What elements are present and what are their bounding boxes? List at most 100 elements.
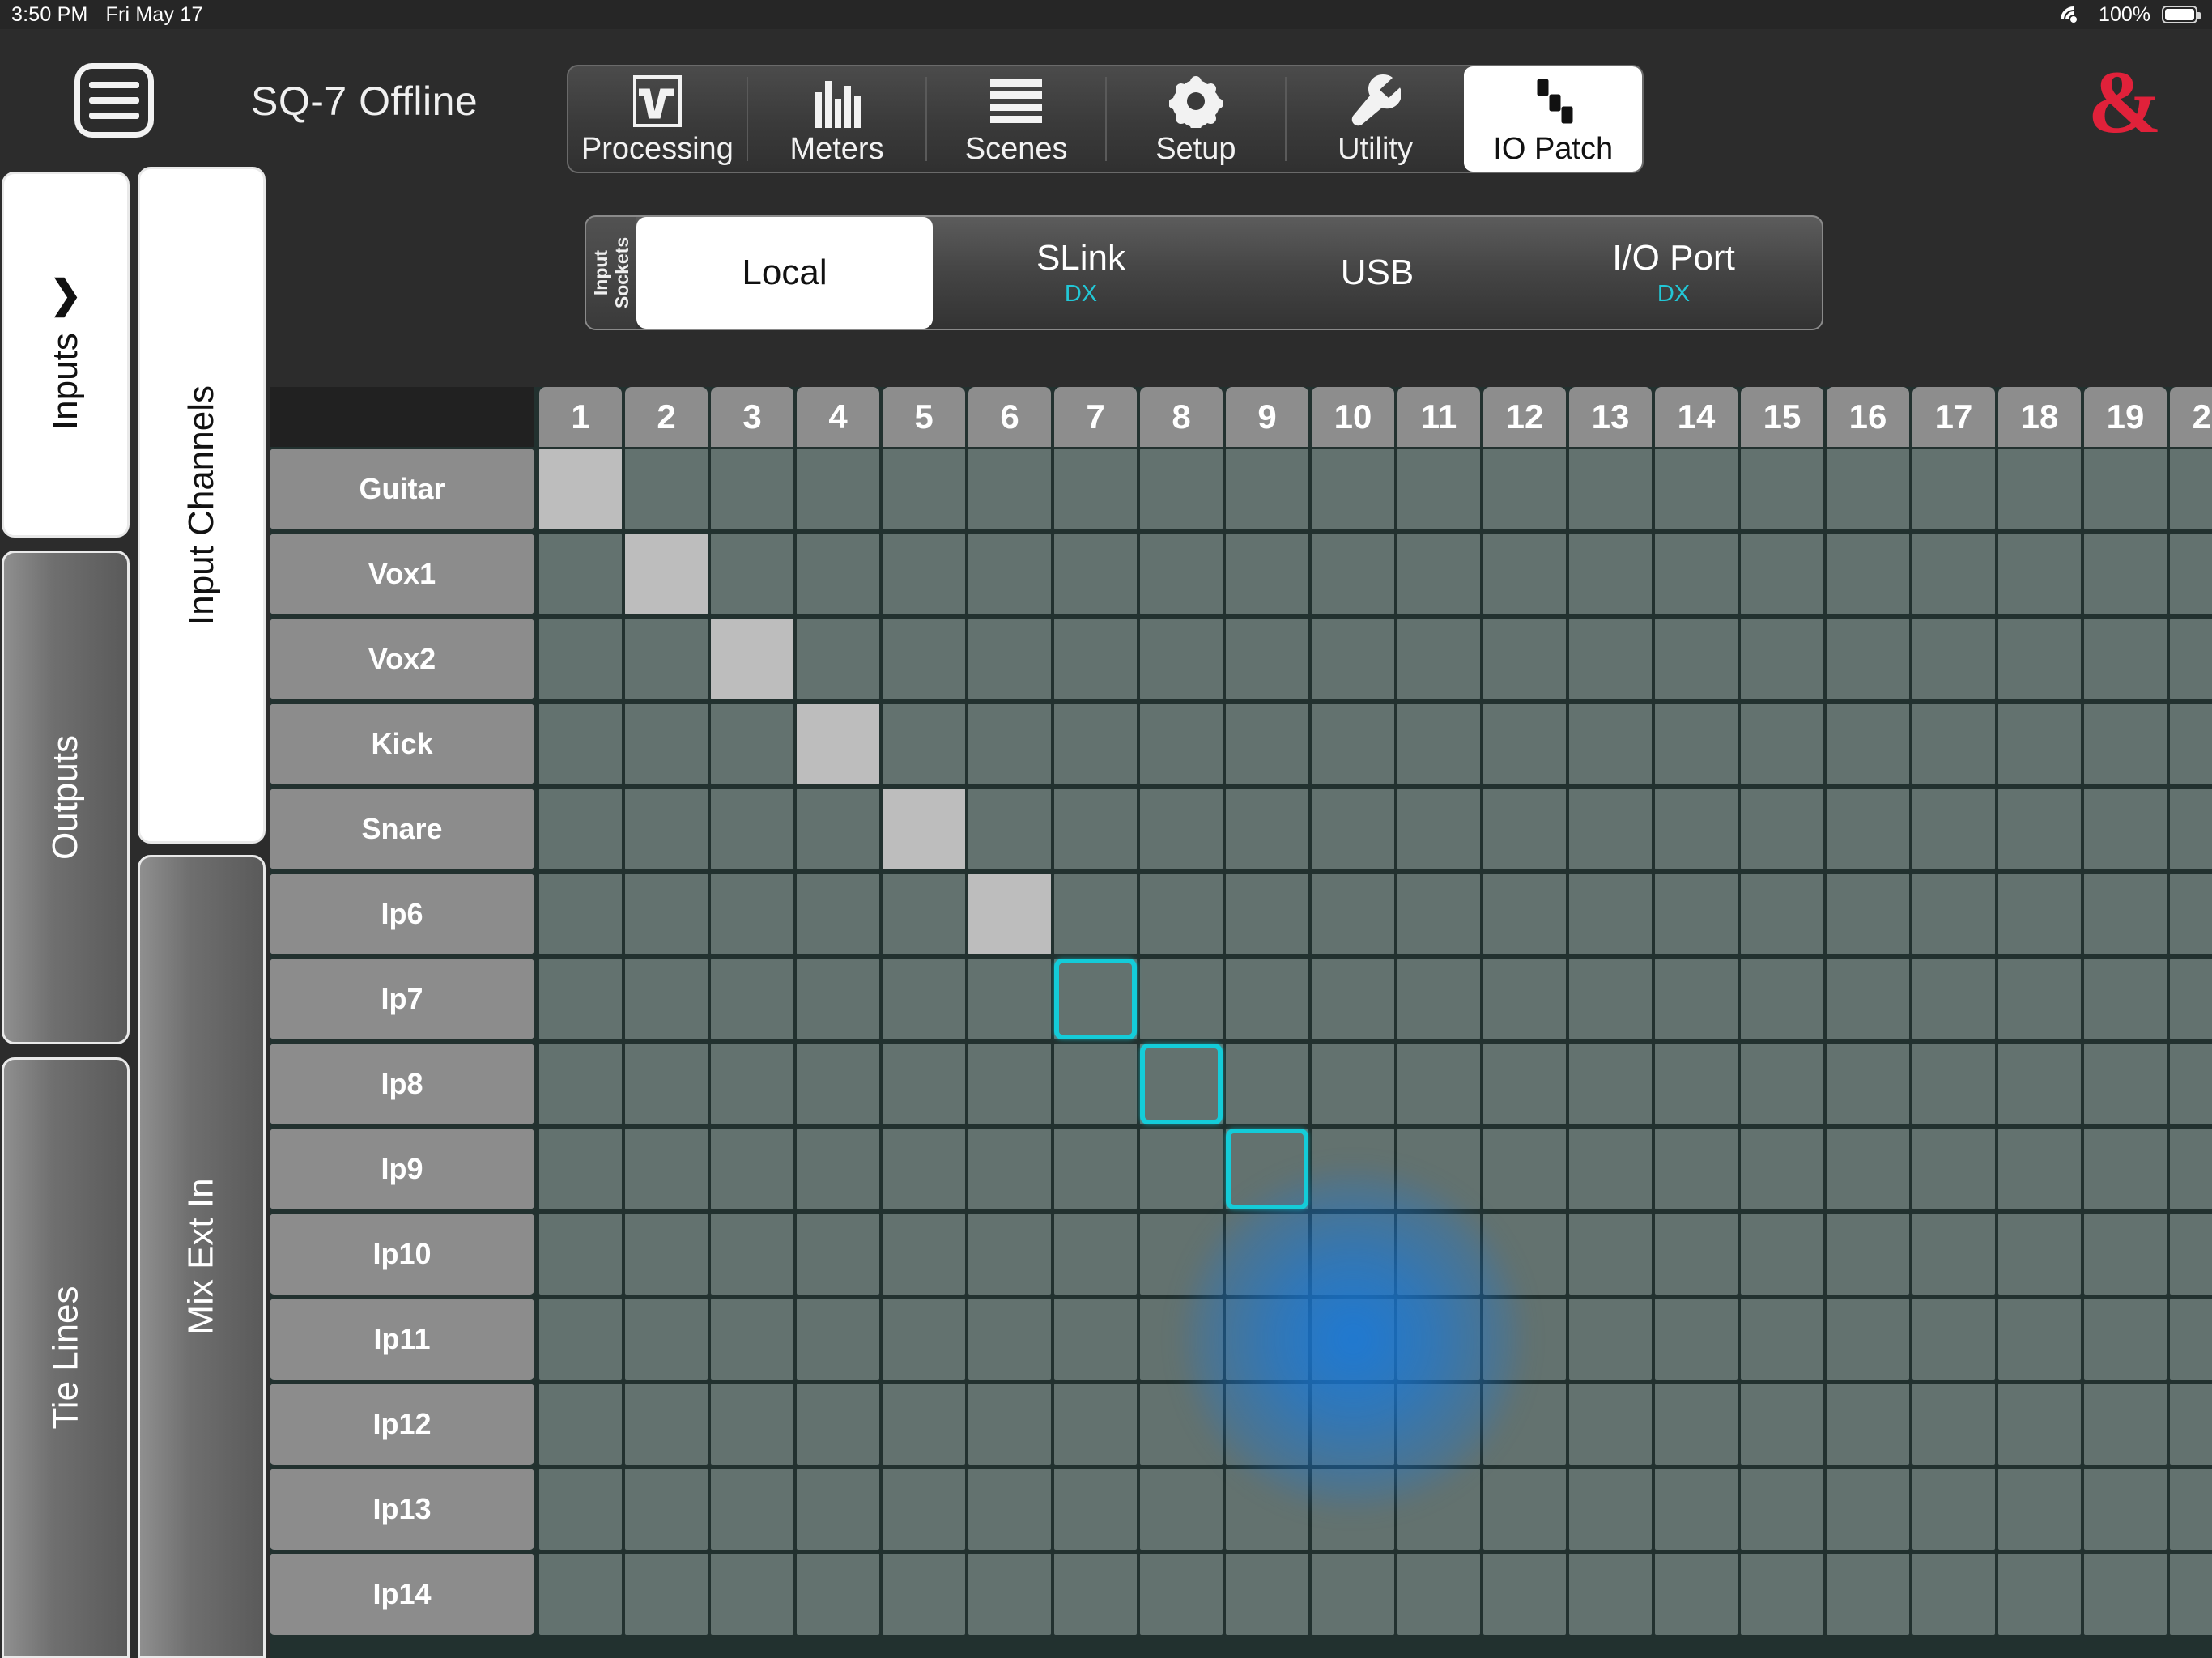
matrix-cell[interactable] — [625, 1129, 708, 1209]
matrix-column-header[interactable]: 5 — [883, 387, 965, 447]
matrix-cell[interactable] — [797, 959, 879, 1039]
matrix-cell[interactable] — [1312, 874, 1394, 954]
matrix-cell[interactable] — [1741, 1469, 1823, 1550]
matrix-cell[interactable] — [1569, 1129, 1652, 1209]
matrix-cell[interactable] — [1655, 704, 1738, 784]
matrix-cell[interactable] — [625, 1384, 708, 1465]
matrix-cell[interactable] — [625, 1214, 708, 1295]
matrix-cell[interactable] — [711, 1554, 793, 1635]
matrix-cell[interactable] — [2084, 1554, 2167, 1635]
matrix-row-header[interactable]: Ip11 — [270, 1299, 534, 1380]
matrix-cell[interactable] — [1226, 874, 1308, 954]
matrix-cell[interactable] — [1827, 1554, 1909, 1635]
matrix-cell[interactable] — [1827, 1469, 1909, 1550]
matrix-cell[interactable] — [1655, 1299, 1738, 1380]
matrix-cell[interactable] — [797, 1384, 879, 1465]
source-tab-io-port[interactable]: I/O Port DX — [1525, 217, 1822, 329]
matrix-cell[interactable] — [1140, 1299, 1223, 1380]
matrix-cell[interactable] — [1655, 534, 1738, 614]
matrix-cell[interactable] — [1054, 1129, 1137, 1209]
matrix-cell[interactable] — [625, 1299, 708, 1380]
matrix-cell[interactable] — [2084, 1214, 2167, 1295]
tab-setup[interactable]: Setup — [1107, 66, 1285, 172]
matrix-cell[interactable] — [968, 789, 1051, 869]
matrix-cell[interactable] — [1483, 959, 1566, 1039]
matrix-cell[interactable] — [968, 1129, 1051, 1209]
matrix-row-header[interactable]: Ip13 — [270, 1469, 534, 1550]
matrix-cell[interactable] — [2084, 1384, 2167, 1465]
matrix-cell[interactable] — [1054, 1214, 1137, 1295]
matrix-cell[interactable] — [1655, 1384, 1738, 1465]
matrix-cell[interactable] — [1397, 704, 1480, 784]
matrix-cell[interactable] — [968, 959, 1051, 1039]
matrix-column-header[interactable]: 3 — [711, 387, 793, 447]
matrix-cell[interactable] — [883, 449, 965, 529]
matrix-cell[interactable] — [1655, 789, 1738, 869]
matrix-cell[interactable] — [625, 1554, 708, 1635]
matrix-cell[interactable] — [1998, 1384, 2081, 1465]
matrix-cell[interactable] — [625, 1469, 708, 1550]
matrix-cell[interactable] — [625, 619, 708, 699]
matrix-cell[interactable] — [883, 1214, 965, 1295]
matrix-cell[interactable] — [1569, 1469, 1652, 1550]
matrix-cell[interactable] — [1483, 704, 1566, 784]
matrix-row-header[interactable]: Snare — [270, 789, 534, 869]
matrix-column-header[interactable]: 8 — [1140, 387, 1223, 447]
matrix-cell[interactable] — [2170, 619, 2212, 699]
matrix-cell[interactable] — [711, 874, 793, 954]
matrix-cell[interactable] — [1827, 1384, 1909, 1465]
matrix-cell[interactable] — [1140, 534, 1223, 614]
matrix-cell[interactable] — [797, 619, 879, 699]
matrix-cell-patched[interactable] — [539, 449, 622, 529]
matrix-cell[interactable] — [2170, 1469, 2212, 1550]
matrix-cell[interactable] — [2170, 874, 2212, 954]
matrix-cell[interactable] — [1054, 1299, 1137, 1380]
matrix-row-header[interactable]: Kick — [270, 704, 534, 784]
matrix-column-header[interactable]: 20 — [2170, 387, 2212, 447]
matrix-cell[interactable] — [2170, 1384, 2212, 1465]
matrix-cell[interactable] — [711, 789, 793, 869]
matrix-cell[interactable] — [1054, 619, 1137, 699]
matrix-cell[interactable] — [1226, 959, 1308, 1039]
matrix-cell[interactable] — [1054, 449, 1137, 529]
matrix-cell[interactable] — [1397, 789, 1480, 869]
matrix-cell[interactable] — [1998, 789, 2081, 869]
matrix-cell[interactable] — [1483, 1469, 1566, 1550]
matrix-cell[interactable] — [883, 959, 965, 1039]
matrix-cell[interactable] — [1912, 874, 1995, 954]
matrix-cell[interactable] — [1312, 1214, 1394, 1295]
matrix-cell[interactable] — [1140, 1214, 1223, 1295]
matrix-cell[interactable] — [2170, 789, 2212, 869]
matrix-cell[interactable] — [1741, 619, 1823, 699]
matrix-cell[interactable] — [968, 534, 1051, 614]
matrix-cell[interactable] — [1140, 789, 1223, 869]
matrix-cell[interactable] — [1226, 1299, 1308, 1380]
matrix-column-header[interactable]: 6 — [968, 387, 1051, 447]
matrix-cell[interactable] — [1140, 1554, 1223, 1635]
matrix-cell[interactable] — [711, 1469, 793, 1550]
matrix-cell[interactable] — [797, 874, 879, 954]
matrix-cell[interactable] — [1912, 1384, 1995, 1465]
matrix-cell[interactable] — [1140, 449, 1223, 529]
matrix-cell-patched[interactable] — [711, 619, 793, 699]
matrix-cell[interactable] — [883, 619, 965, 699]
matrix-cell[interactable] — [1397, 1299, 1480, 1380]
matrix-cell[interactable] — [883, 1299, 965, 1380]
tab-io-patch[interactable]: IO Patch — [1464, 66, 1642, 172]
matrix-cell[interactable] — [539, 1214, 622, 1295]
matrix-cell[interactable] — [1827, 534, 1909, 614]
matrix-cell[interactable] — [1140, 1384, 1223, 1465]
matrix-column-header[interactable]: 2 — [625, 387, 708, 447]
matrix-cell[interactable] — [1912, 619, 1995, 699]
matrix-column-header[interactable]: 1 — [539, 387, 622, 447]
matrix-cell[interactable] — [1226, 449, 1308, 529]
matrix-cell[interactable] — [1483, 874, 1566, 954]
matrix-cell[interactable] — [1140, 1469, 1223, 1550]
matrix-row-header[interactable]: Ip8 — [270, 1044, 534, 1124]
matrix-row-header[interactable]: Ip14 — [270, 1554, 534, 1635]
tab-scenes[interactable]: Scenes — [927, 66, 1105, 172]
matrix-cell[interactable] — [1226, 704, 1308, 784]
matrix-cell[interactable] — [1998, 874, 2081, 954]
matrix-cell[interactable] — [1569, 874, 1652, 954]
matrix-cell[interactable] — [1569, 1044, 1652, 1124]
